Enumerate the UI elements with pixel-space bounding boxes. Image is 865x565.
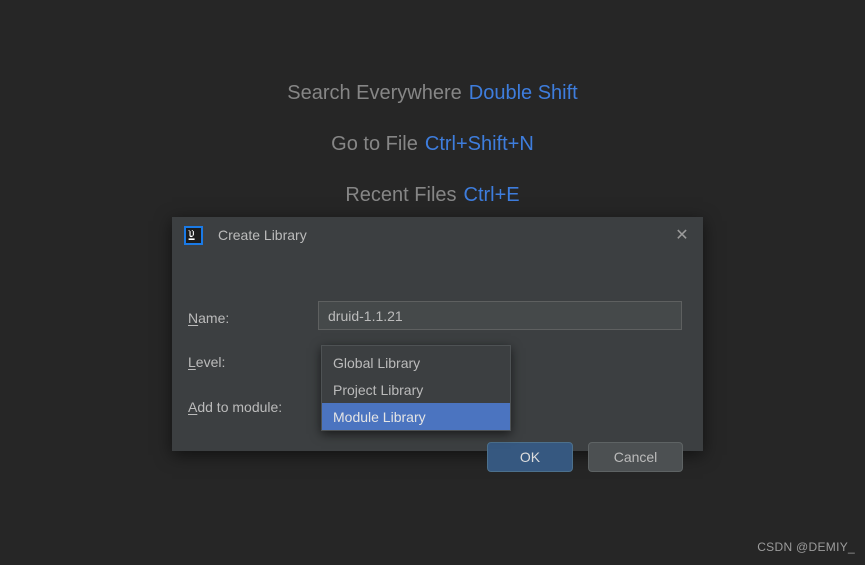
level-label-mnemonic: L	[188, 354, 196, 370]
ide-background-hints: Search Everywhere Double Shift Go to File…	[0, 82, 865, 235]
level-label-rest: evel:	[195, 354, 226, 370]
close-icon[interactable]: ✕	[671, 225, 693, 247]
add-to-module-field-label: Add to module:	[188, 399, 282, 415]
name-input[interactable]: druid-1.1.21	[318, 301, 682, 330]
name-field-label: Name:	[188, 310, 229, 326]
hint-action-label: Recent Files	[345, 184, 457, 206]
dropdown-option-project-library[interactable]: Project Library	[322, 376, 510, 403]
ok-button[interactable]: OK	[487, 442, 573, 472]
hint-action-label: Go to File	[331, 133, 418, 155]
add-to-module-label-rest: dd to module:	[197, 399, 283, 415]
hint-action-label: Search Everywhere	[287, 82, 462, 104]
cancel-button[interactable]: Cancel	[588, 442, 683, 472]
hint-shortcut-label: Ctrl+Shift+N	[424, 133, 534, 155]
hint-row: Search Everywhere Double Shift	[0, 82, 865, 104]
dialog-titlebar: Create Library ✕	[172, 217, 703, 253]
dropdown-option-global-library[interactable]: Global Library	[322, 349, 510, 376]
name-label-rest: ame:	[198, 310, 230, 326]
dropdown-option-module-library[interactable]: Module Library	[322, 403, 510, 430]
add-to-module-label-mnemonic: A	[188, 399, 198, 415]
hint-row: Go to File Ctrl+Shift+N	[0, 133, 865, 155]
watermark: CSDN @DEMIY_	[757, 540, 855, 554]
level-dropdown-popup: Global Library Project Library Module Li…	[321, 345, 511, 431]
level-field-label: Level:	[188, 354, 225, 370]
name-label-mnemonic: N	[188, 310, 199, 326]
dialog-title: Create Library	[218, 227, 307, 243]
hint-shortcut-label: Ctrl+E	[463, 184, 520, 206]
hint-shortcut-label: Double Shift	[468, 82, 578, 104]
intellij-idea-icon	[184, 225, 203, 245]
hint-row: Recent Files Ctrl+E	[0, 184, 865, 206]
